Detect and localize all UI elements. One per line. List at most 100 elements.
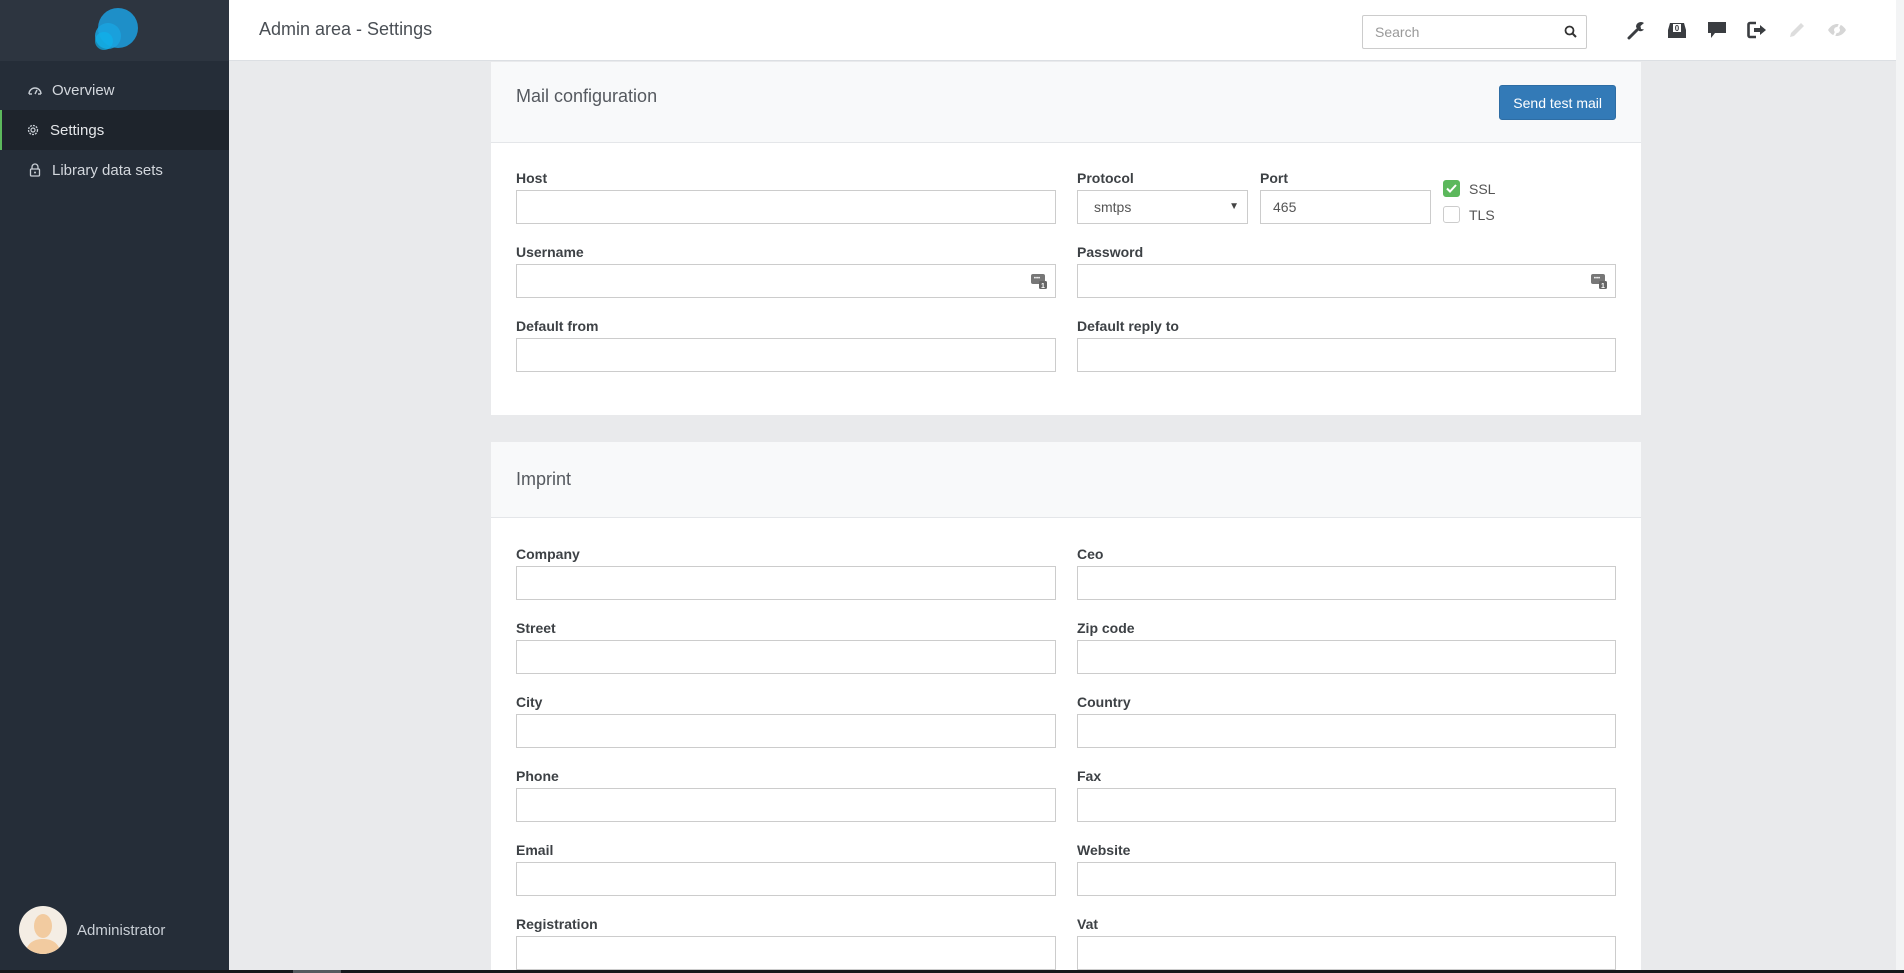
- comment-icon[interactable]: [1706, 19, 1728, 41]
- website-input[interactable]: [1078, 863, 1615, 895]
- website-field: Website: [1077, 842, 1616, 896]
- svg-text:1: 1: [1601, 283, 1605, 289]
- sidebar-item-settings[interactable]: Settings: [0, 110, 229, 150]
- country-input[interactable]: [1078, 715, 1615, 747]
- dashboard-icon: [28, 83, 42, 97]
- ceo-label: Ceo: [1077, 546, 1104, 562]
- logo-area: [0, 0, 229, 61]
- panel-header: Mail configuration Send test mail: [491, 62, 1641, 143]
- street-field: Street: [516, 620, 1056, 674]
- company-input[interactable]: [517, 567, 1055, 599]
- email-input[interactable]: [517, 863, 1055, 895]
- country-label: Country: [1077, 694, 1131, 710]
- protocol-field: Protocol smtps ▼: [1077, 170, 1248, 224]
- registration-label: Registration: [516, 916, 598, 932]
- header-toolbar: 0: [1626, 19, 1866, 41]
- protocol-label: Protocol: [1077, 170, 1134, 186]
- company-label: Company: [516, 546, 580, 562]
- sidebar: Overview Settings Library data sets Admi…: [0, 0, 229, 970]
- city-label: City: [516, 694, 543, 710]
- search-box: [1362, 15, 1587, 49]
- host-label: Host: [516, 170, 548, 186]
- fax-label: Fax: [1077, 768, 1102, 784]
- tls-label: TLS: [1469, 206, 1495, 223]
- sidebar-item-label: Settings: [50, 121, 105, 139]
- search-input[interactable]: [1363, 16, 1543, 48]
- top-header: Admin area - Settings 0: [229, 0, 1896, 61]
- vat-label: Vat: [1077, 916, 1099, 932]
- registration-input[interactable]: [517, 937, 1055, 969]
- default-from-label: Default from: [516, 318, 599, 334]
- user-profile[interactable]: Administrator: [19, 906, 165, 954]
- tls-checkbox[interactable]: TLS: [1443, 206, 1495, 223]
- ceo-input[interactable]: [1078, 567, 1615, 599]
- inbox-badge: 0: [1675, 24, 1680, 33]
- ssl-checkbox[interactable]: SSL: [1443, 180, 1495, 197]
- sidebar-item-label: Library data sets: [52, 161, 163, 179]
- default-reply-to-field: Default reply to: [1077, 318, 1616, 372]
- password-manager-icon[interactable]: ••• 1: [1031, 273, 1047, 294]
- eye-slash-icon: [1826, 19, 1848, 41]
- protocol-select[interactable]: smtps: [1078, 191, 1247, 223]
- search-icon[interactable]: [1564, 25, 1577, 43]
- checkbox-unchecked-icon[interactable]: [1443, 206, 1460, 223]
- zip-code-field: Zip code: [1077, 620, 1616, 674]
- user-silhouette-icon: [25, 914, 61, 954]
- registration-field: Registration: [516, 916, 1056, 970]
- host-field: Host: [516, 170, 1056, 224]
- country-field: Country: [1077, 694, 1616, 748]
- user-name: Administrator: [77, 921, 166, 939]
- username-label: Username: [516, 244, 584, 260]
- phone-label: Phone: [516, 768, 559, 784]
- port-input[interactable]: [1261, 191, 1430, 223]
- lock-icon: [28, 163, 42, 177]
- default-from-field: Default from: [516, 318, 1056, 372]
- avatar: [19, 906, 67, 954]
- mail-configuration-panel: Mail configuration Send test mail Host P…: [491, 62, 1641, 415]
- svg-text:•••: •••: [1034, 276, 1040, 282]
- username-field: Username ••• 1: [516, 244, 1056, 298]
- sidebar-nav: Overview Settings Library data sets: [0, 61, 229, 190]
- password-label: Password: [1077, 244, 1144, 260]
- port-field: Port: [1260, 170, 1431, 224]
- panel-title: Imprint: [516, 469, 572, 489]
- city-input[interactable]: [517, 715, 1055, 747]
- default-reply-to-label: Default reply to: [1077, 318, 1179, 334]
- port-label: Port: [1260, 170, 1288, 186]
- ssl-label: SSL: [1469, 180, 1496, 197]
- host-input[interactable]: [517, 191, 1055, 223]
- ceo-field: Ceo: [1077, 546, 1616, 600]
- pencil-icon: [1786, 19, 1808, 41]
- street-input[interactable]: [517, 641, 1055, 673]
- vat-input[interactable]: [1078, 937, 1615, 969]
- svg-text:•••: •••: [1594, 276, 1600, 282]
- default-reply-to-input[interactable]: [1078, 339, 1615, 371]
- zip-code-input[interactable]: [1078, 641, 1615, 673]
- phone-input[interactable]: [517, 789, 1055, 821]
- email-label: Email: [516, 842, 554, 858]
- email-field: Email: [516, 842, 1056, 896]
- password-input[interactable]: [1078, 265, 1615, 297]
- send-test-mail-button[interactable]: Send test mail: [1499, 85, 1616, 120]
- fax-input[interactable]: [1078, 789, 1615, 821]
- password-field: Password ••• 1: [1077, 244, 1616, 298]
- fax-field: Fax: [1077, 768, 1616, 822]
- gear-icon: [26, 123, 40, 137]
- password-manager-icon[interactable]: ••• 1: [1591, 273, 1607, 294]
- page-title: Admin area - Settings: [259, 19, 433, 39]
- inbox-icon[interactable]: 0: [1666, 19, 1688, 41]
- svg-text:1: 1: [1041, 283, 1045, 289]
- app-logo[interactable]: [89, 8, 139, 52]
- username-input[interactable]: [517, 265, 1055, 297]
- vertical-scrollbar[interactable]: [1896, 0, 1904, 970]
- default-from-input[interactable]: [517, 339, 1055, 371]
- panel-title: Mail configuration: [516, 86, 658, 106]
- logout-icon[interactable]: [1746, 19, 1768, 41]
- wrench-icon[interactable]: [1626, 19, 1648, 41]
- website-label: Website: [1077, 842, 1131, 858]
- phone-field: Phone: [516, 768, 1056, 822]
- sidebar-item-library-data-sets[interactable]: Library data sets: [0, 150, 229, 190]
- street-label: Street: [516, 620, 556, 636]
- sidebar-item-overview[interactable]: Overview: [0, 70, 229, 110]
- checkbox-checked-icon[interactable]: [1443, 180, 1460, 197]
